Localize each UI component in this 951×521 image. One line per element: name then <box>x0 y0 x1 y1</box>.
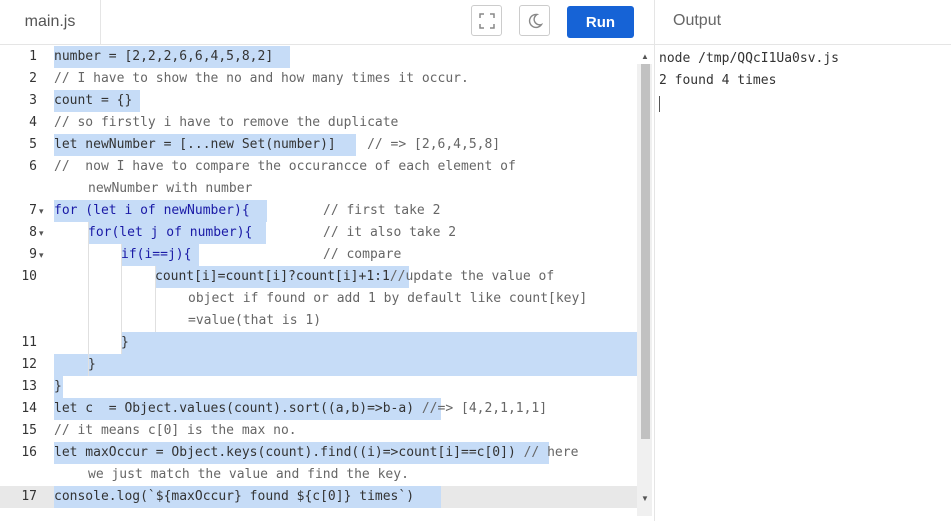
code-text: for(let j of number){ <box>88 225 253 240</box>
code-line-wrap: newNumber with number <box>88 181 253 196</box>
code-comment: // here <box>523 445 579 460</box>
code-line: let maxOccur = Object.keys(count).find((… <box>54 442 578 464</box>
editor-tabbar: main.js Run <box>0 0 654 45</box>
code-comment: // compare <box>323 247 402 262</box>
code-comment: // it also take 2 <box>323 225 457 240</box>
code-editor[interactable]: 1 2 3 4 5 6 7 ▾ 8 ▾ 9 ▾ 10 11 12 13 14 1… <box>0 45 654 521</box>
code-line: // now I have to compare the occurancce … <box>54 159 516 174</box>
code-content[interactable]: number = [2,2,2,6,6,4,5,8,2] // I have t… <box>54 45 636 521</box>
code-line-wrap: object if found or add 1 by default like… <box>188 291 588 306</box>
code-line: let newNumber = [...new Set(number)] // … <box>54 134 500 156</box>
output-console[interactable]: node /tmp/QQcI1Ua0sv.js 2 found 4 times <box>659 48 839 112</box>
line-number: 2 <box>29 71 37 86</box>
line-number: 4 <box>29 115 37 130</box>
code-comment: // first take 2 <box>323 203 441 218</box>
line-number: 1 <box>29 49 37 64</box>
line-number: 15 <box>21 423 37 438</box>
code-line: count[i]=count[i]?count[i]+1:1//update t… <box>155 266 554 288</box>
scroll-down-icon[interactable]: ▼ <box>641 494 649 503</box>
code-line: } <box>88 357 96 372</box>
file-tab[interactable]: main.js <box>0 0 101 44</box>
code-line: console.log(`${maxOccur} found ${c[0]} t… <box>54 489 415 504</box>
fold-arrow-icon[interactable]: ▾ <box>39 200 47 222</box>
code-line-wrap: we just match the value and find the key… <box>88 467 409 482</box>
line-number: 17 <box>21 489 37 504</box>
theme-toggle-button[interactable] <box>519 5 550 36</box>
code-text: let newNumber = [...new Set(number)] <box>54 137 336 152</box>
line-number: 13 <box>21 379 37 394</box>
editor-scrollbar-thumb[interactable] <box>641 64 650 439</box>
fullscreen-button[interactable] <box>471 5 502 36</box>
code-line: } <box>121 335 129 350</box>
moon-icon <box>528 13 543 28</box>
code-line: } <box>54 379 62 394</box>
code-text: if(i==j){ <box>121 247 192 262</box>
file-tab-label: main.js <box>24 13 76 30</box>
line-number: 5 <box>29 137 37 152</box>
code-line-wrap: =value(that is 1) <box>188 313 322 328</box>
code-line: for(let j of number){ <box>88 222 252 244</box>
code-comment: //=> [4,2,1,1,1] <box>421 401 548 416</box>
output-result: 2 found 4 times <box>659 73 777 88</box>
code-line: if(i==j){ <box>121 244 191 266</box>
line-number: 14 <box>21 401 37 416</box>
line-number: 6 <box>29 159 37 174</box>
code-line: for (let i of newNumber){ <box>54 200 250 222</box>
line-number: 12 <box>21 357 37 372</box>
fold-arrow-icon[interactable]: ▾ <box>39 244 47 266</box>
line-number: 7 <box>29 203 37 218</box>
line-number: 11 <box>21 335 37 350</box>
code-line: number = [2,2,2,6,6,4,5,8,2] <box>54 49 274 64</box>
panel-divider[interactable] <box>654 0 655 521</box>
line-number: 16 <box>21 445 37 460</box>
code-comment: //update the value of <box>389 269 555 284</box>
line-number: 3 <box>29 93 37 108</box>
fold-arrow-icon[interactable]: ▾ <box>39 222 47 244</box>
output-title: Output <box>673 12 722 29</box>
code-line: let c = Object.values(count).sort((a,b)=… <box>54 398 547 420</box>
line-number: 8 <box>29 225 37 240</box>
code-line: // I have to show the no and how many ti… <box>54 71 469 86</box>
code-line: count = {} <box>54 93 133 108</box>
code-line: // so firstly i have to remove the dupli… <box>54 115 399 130</box>
text-cursor <box>659 96 660 112</box>
code-text: let maxOccur = Object.keys(count).find((… <box>54 445 516 460</box>
code-comment: // => [2,6,4,5,8] <box>367 137 501 152</box>
output-command: node /tmp/QQcI1Ua0sv.js <box>659 51 840 66</box>
code-text: for (let i of newNumber){ <box>54 203 250 218</box>
fullscreen-icon <box>478 12 495 29</box>
code-text: count[i]=count[i]?count[i]+1:1 <box>155 269 390 284</box>
line-number: 9 <box>29 247 37 262</box>
code-text: let c = Object.values(count).sort((a,b)=… <box>54 401 415 416</box>
scroll-up-icon[interactable]: ▲ <box>641 52 649 61</box>
run-button[interactable]: Run <box>567 6 634 38</box>
code-line: // it means c[0] is the max no. <box>54 423 297 438</box>
line-number: 10 <box>21 269 37 284</box>
line-gutter: 1 2 3 4 5 6 7 ▾ 8 ▾ 9 ▾ 10 11 12 13 14 1… <box>0 45 47 521</box>
